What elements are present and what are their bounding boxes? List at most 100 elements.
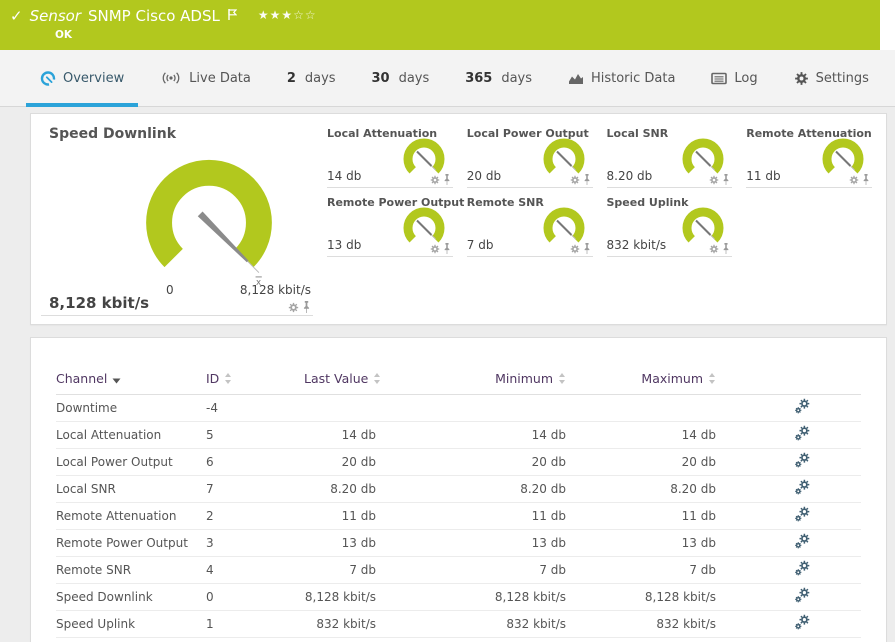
cell-maximum: 20 db — [566, 448, 716, 476]
cell-channel[interactable]: Local SNR — [56, 475, 206, 503]
tab-bar: Overview Live Data 2 days 30 days 365 da… — [0, 50, 895, 107]
cell-id: 7 — [206, 475, 304, 503]
cell-minimum: 832 kbit/s — [376, 610, 566, 638]
cell-maximum: 14 db — [566, 421, 716, 449]
channel-settings-gear-icon[interactable] — [288, 302, 299, 313]
tab-log[interactable]: Log — [697, 50, 771, 106]
cell-id: 4 — [206, 556, 304, 584]
pin-gauge-icon[interactable] — [443, 174, 451, 185]
mini-gauge-dial — [403, 138, 445, 174]
edit-channel-icon[interactable] — [794, 506, 811, 523]
tab-settings[interactable]: Settings — [780, 50, 883, 106]
pin-gauge-icon[interactable] — [302, 301, 311, 313]
tab-label: days — [501, 70, 533, 86]
stars-filled: ★★★ — [257, 8, 294, 22]
edit-channel-icon[interactable] — [794, 614, 811, 631]
tab-30-days[interactable]: 30 days — [357, 50, 443, 106]
cell-maximum: 8,128 kbit/s — [566, 583, 716, 611]
status-badge: OK — [55, 29, 73, 41]
tab-overview[interactable]: Overview — [26, 50, 139, 107]
channel-settings-gear-icon[interactable] — [430, 244, 440, 254]
gauge-scale-max: 8,128 kbit/s — [239, 283, 311, 297]
cell-last-value: 14 db — [304, 421, 376, 449]
tab-label: Historic Data — [590, 70, 676, 86]
cell-maximum: 11 db — [566, 502, 716, 530]
mini-gauge-local-power-output: Local Power Output 20 db — [466, 126, 593, 188]
mini-gauge-value: 7 db — [466, 238, 494, 252]
column-header-channel[interactable]: Channel — [56, 364, 206, 395]
mini-gauge-remote-snr: Remote SNR 7 db — [466, 195, 593, 257]
gauge-scale-min: 0 — [166, 283, 174, 297]
cell-channel[interactable]: Local Attenuation — [56, 421, 206, 449]
cell-channel[interactable]: Downtime — [56, 394, 206, 422]
header-row: ✓ Sensor SNMP Cisco ADSL ★★★☆☆ OK — [0, 0, 895, 50]
gauges-panel: Speed Downlink x 0 8,128 kbit/s 8,128 kb… — [30, 113, 887, 325]
cell-last-value: 13 db — [304, 529, 376, 557]
column-label: Minimum — [495, 370, 553, 386]
tab-2-days[interactable]: 2 days — [273, 50, 350, 106]
table-row-speed-downlink: Speed Downlink 0 8,128 kbit/s 8,128 kbit… — [56, 583, 861, 611]
pin-gauge-icon[interactable] — [443, 243, 451, 254]
column-header-last-value[interactable]: Last Value — [304, 364, 381, 395]
cell-channel[interactable]: Remote Power Output — [56, 529, 206, 557]
channel-settings-gear-icon[interactable] — [709, 175, 719, 185]
edit-channel-icon[interactable] — [794, 425, 811, 442]
tab-365-days[interactable]: 365 days — [451, 50, 546, 106]
cell-minimum: 20 db — [376, 448, 566, 476]
cell-minimum — [376, 394, 566, 422]
mini-gauge-dial — [682, 138, 724, 174]
cell-last-value: 8,128 kbit/s — [304, 583, 376, 611]
pin-gauge-icon[interactable] — [722, 243, 730, 254]
cell-minimum: 11 db — [376, 502, 566, 530]
area-chart-icon — [568, 74, 583, 84]
edit-channel-icon[interactable] — [794, 533, 811, 550]
mini-gauge-remote-attenuation: Remote Attenuation 11 db — [746, 126, 872, 188]
mini-gauges-grid: Local Attenuation 14 db Local Power Outp… — [327, 126, 872, 316]
pin-gauge-icon[interactable] — [583, 243, 591, 254]
cell-minimum: 13 db — [376, 529, 566, 557]
edit-channel-icon[interactable] — [794, 479, 811, 496]
pin-gauge-icon[interactable] — [862, 174, 870, 185]
cell-channel[interactable]: Speed Downlink — [56, 583, 206, 611]
flag-icon[interactable] — [228, 5, 238, 24]
tab-live-data[interactable]: Live Data — [146, 50, 265, 106]
tab-label: days — [398, 70, 430, 86]
table-row-local-attenuation: Local Attenuation 5 14 db 14 db 14 db — [56, 421, 861, 449]
tab-label: Settings — [815, 70, 869, 86]
mini-gauge-local-snr: Local SNR 8.20 db — [606, 126, 733, 188]
column-header-minimum[interactable]: Minimum — [376, 364, 566, 395]
mini-gauge-dial — [543, 138, 584, 174]
cell-id: 6 — [206, 448, 304, 476]
column-header-id[interactable]: ID — [206, 364, 304, 395]
pin-gauge-icon[interactable] — [583, 174, 591, 185]
column-header-maximum[interactable]: Maximum — [566, 364, 716, 395]
cell-maximum: 13 db — [566, 529, 716, 557]
mini-gauge-value: 13 db — [327, 238, 362, 252]
cell-channel[interactable]: Remote SNR — [56, 556, 206, 584]
table-row-local-power-output: Local Power Output 6 20 db 20 db 20 db — [56, 448, 861, 476]
gear-icon — [794, 71, 808, 85]
cell-last-value: 8.20 db — [304, 475, 376, 503]
channel-settings-gear-icon[interactable] — [709, 244, 719, 254]
channel-settings-gear-icon[interactable] — [570, 244, 580, 254]
pin-gauge-icon[interactable] — [722, 174, 730, 185]
channel-settings-gear-icon[interactable] — [849, 175, 859, 185]
channel-settings-gear-icon[interactable] — [430, 175, 440, 185]
priority-stars[interactable]: ★★★☆☆ — [258, 7, 317, 23]
cell-channel[interactable]: Speed Uplink — [56, 610, 206, 638]
tab-historic-data[interactable]: Historic Data — [554, 50, 690, 106]
cell-maximum — [566, 394, 716, 422]
cell-channel[interactable]: Local Power Output — [56, 448, 206, 476]
cell-maximum: 832 kbit/s — [566, 610, 716, 638]
cell-channel[interactable]: Remote Attenuation — [56, 502, 206, 530]
edit-channel-icon[interactable] — [794, 452, 811, 469]
table-row-local-snr: Local SNR 7 8.20 db 8.20 db 8.20 db — [56, 475, 861, 503]
channel-settings-gear-icon[interactable] — [570, 175, 580, 185]
edit-channel-icon[interactable] — [794, 587, 811, 604]
edit-channel-icon[interactable] — [794, 398, 811, 415]
mini-gauge-dial — [403, 207, 445, 243]
edit-channel-icon[interactable] — [794, 560, 811, 577]
live-signal-icon — [162, 72, 180, 84]
tab-label: Overview — [63, 70, 125, 86]
mini-gauge-value: 832 kbit/s — [606, 238, 667, 252]
